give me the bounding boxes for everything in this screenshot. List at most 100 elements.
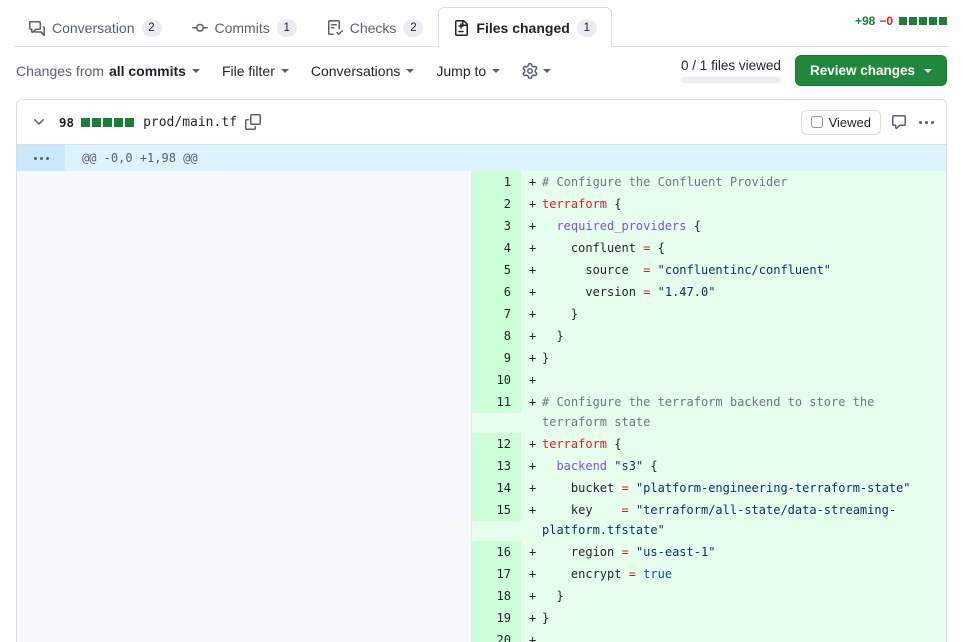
hunk-header-row: @@ -0,0 +1,98 @@: [17, 145, 946, 171]
diff-line-marker: +: [529, 633, 537, 642]
pr-tab-bar: Conversation 2 Commits 1 Checks 2 Files …: [0, 0, 963, 48]
diff-line-marker: +: [529, 611, 537, 625]
diff-line-marker: +: [529, 481, 537, 495]
file-diff-icon: [453, 19, 469, 36]
chevron-down-icon: [191, 68, 200, 73]
code-token: {: [607, 197, 622, 211]
code-token: {: [650, 241, 665, 255]
diff-toolbar-right: 0 / 1 files viewed Review changes: [680, 47, 947, 94]
code-token: }: [542, 329, 564, 343]
diff-line-number[interactable]: 15: [472, 499, 521, 521]
diff-line-code: required_providers {: [542, 215, 946, 237]
diff-line-number[interactable]: 16: [472, 541, 521, 563]
expand-hunk-button[interactable]: [17, 145, 65, 171]
diff-line-marker: +: [529, 263, 537, 277]
diffstat-deletions: −0: [879, 14, 893, 28]
file-change-count: 98: [59, 114, 75, 130]
diff-line-code: }: [542, 585, 946, 607]
comment-icon[interactable]: [891, 114, 907, 130]
diff-line-code: }: [542, 607, 946, 629]
diff-line-number[interactable]: 20: [472, 629, 521, 642]
chevron-down-icon: [280, 68, 289, 73]
diff-line-number[interactable]: 11: [472, 391, 521, 413]
diff-line-code: key = "terraform/all-state/data-streamin…: [542, 499, 946, 541]
code-token: key: [542, 503, 622, 517]
diff-line-number[interactable]: 13: [472, 455, 521, 477]
diff-line-number[interactable]: 8: [472, 325, 521, 347]
diff-line-number[interactable]: 19: [472, 607, 521, 629]
diff-line-row: 19 +}: [472, 607, 946, 629]
code-token: }: [542, 351, 550, 365]
jump-to-dropdown[interactable]: Jump to: [436, 62, 501, 79]
diff-line-row: 18 + }: [472, 585, 946, 607]
comment-discussion-icon: [29, 20, 45, 36]
code-token: required_providers: [556, 219, 687, 233]
jump-to-label: Jump to: [436, 62, 487, 79]
diff-toolbar-left: Changes from all commits File filter Con…: [16, 62, 552, 79]
checklist-icon: [327, 19, 343, 36]
viewed-checkbox[interactable]: Viewed: [800, 109, 881, 135]
diff-line-marker: +: [529, 437, 537, 451]
diffstat-square: [114, 117, 124, 127]
tab-files-changed[interactable]: Files changed 1: [438, 7, 612, 48]
diff-line-number[interactable]: 9: [472, 347, 521, 369]
changes-from-dropdown[interactable]: Changes from all commits: [16, 63, 200, 79]
tab-counter: 1: [576, 18, 597, 37]
diff-line-number[interactable]: 2: [472, 193, 521, 215]
conversations-dropdown[interactable]: Conversations: [311, 63, 415, 79]
file-path[interactable]: prod/main.tf: [143, 115, 237, 130]
diffstat-square: [103, 117, 113, 127]
diff-line-row: 4 + confluent = {: [472, 237, 946, 259]
diff-line-row: 16 + region = "us-east-1": [472, 541, 946, 563]
hunk-header-text: @@ -0,0 +1,98 @@: [82, 151, 198, 165]
diff-line-number[interactable]: 5: [472, 259, 521, 281]
code-token: region: [542, 545, 622, 559]
diff-settings-dropdown[interactable]: [522, 62, 552, 79]
chevron-down-icon[interactable]: [29, 112, 49, 132]
diff-line-row: 15 + key = "terraform/all-state/data-stre…: [472, 499, 946, 541]
diffstat-summary: +98 −0: [855, 14, 947, 28]
file-header: 98 prod/main.tf Viewed: [17, 100, 946, 144]
diff-line-code: # Configure the Confluent Provider: [542, 171, 946, 193]
diffstat-squares: [899, 17, 947, 25]
diff-line-marker: +: [529, 307, 537, 321]
diff-line-number[interactable]: 6: [472, 281, 521, 303]
checkbox-box[interactable]: [810, 116, 823, 128]
diff-line-marker: +: [529, 503, 537, 517]
tab-checks[interactable]: Checks 2: [312, 7, 439, 47]
code-token: confluent: [542, 241, 644, 255]
diffstat-square: [939, 17, 947, 25]
copy-icon[interactable]: [244, 114, 261, 130]
diff-line-number[interactable]: 12: [472, 433, 521, 455]
diff-line-row: 12 + terraform {: [472, 433, 946, 455]
diffstat-square: [919, 17, 927, 25]
diff-line-marker: +: [529, 219, 537, 233]
tab-conversation[interactable]: Conversation 2: [14, 7, 177, 47]
tab-commits[interactable]: Commits 1: [177, 7, 312, 47]
code-token: {: [686, 219, 701, 233]
diff-line-number[interactable]: 1: [472, 171, 521, 193]
diff-line-number[interactable]: 7: [472, 303, 521, 325]
diff-line-number[interactable]: 14: [472, 477, 521, 499]
diff-line-row: 17 + encrypt = true: [472, 563, 946, 585]
viewed-label: Viewed: [828, 114, 871, 130]
diff-line-number[interactable]: 18: [472, 585, 521, 607]
tab-label: Files changed: [476, 19, 570, 36]
file-diff-card: 98 prod/main.tf Viewed @@ -0,0 +1,98 @@ …: [16, 99, 947, 642]
diff-pane-deleted: [17, 171, 472, 642]
diff-line-number[interactable]: 3: [472, 215, 521, 237]
diff-line-number[interactable]: 4: [472, 237, 521, 259]
file-filter-dropdown[interactable]: File filter: [222, 63, 289, 79]
diff-line-code: region = "us-east-1": [542, 541, 946, 563]
diff-line-row: 20 +: [472, 629, 946, 642]
diff-line-code: bucket = "platform-engineering-terraform…: [542, 477, 946, 499]
changes-from-prefix: Changes from: [16, 62, 104, 79]
diff-line-code: source = "confluentinc/confluent": [542, 259, 946, 281]
diff-line-number[interactable]: 10: [472, 369, 521, 391]
review-changes-button[interactable]: Review changes: [794, 55, 947, 86]
diff-line-row: 1 + # Configure the Confluent Provider: [472, 171, 946, 193]
diff-line-number[interactable]: 17: [472, 563, 521, 585]
diff-line-code: encrypt = true: [542, 563, 946, 585]
kebab-horizontal-icon[interactable]: [917, 117, 936, 128]
diff-line-marker: +: [529, 351, 537, 365]
